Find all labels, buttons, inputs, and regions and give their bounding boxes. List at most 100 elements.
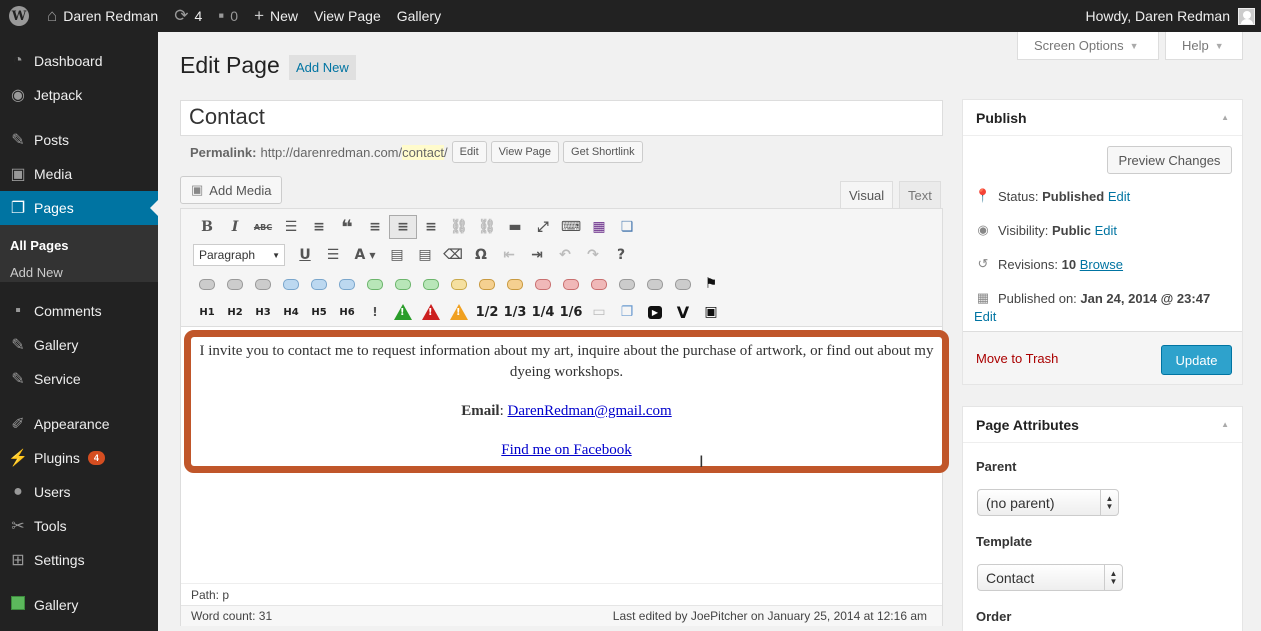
column-sixth-button[interactable]: 1/6 xyxy=(557,300,585,324)
submenu-add-new[interactable]: Add New xyxy=(10,265,63,280)
heading-6-button[interactable]: H6 xyxy=(333,300,361,324)
youtube-icon[interactable]: ▶ xyxy=(641,300,669,324)
updates-link[interactable]: ⟳ 4 xyxy=(166,0,210,32)
facebook-link[interactable]: Find me on Facebook xyxy=(501,442,631,458)
paste-word-icon[interactable]: ▤ xyxy=(411,243,439,267)
parent-select[interactable]: (no parent) ▲ ▼ xyxy=(977,489,1119,516)
heading-4-button[interactable]: H4 xyxy=(277,300,305,324)
menu-tools[interactable]: ✂ Tools xyxy=(0,509,158,543)
edit-visibility-link[interactable]: Edit xyxy=(1095,223,1117,238)
publish-box-header[interactable]: Publish ▲ xyxy=(963,100,1242,136)
column-third-button[interactable]: 1/3 xyxy=(501,300,529,324)
bullet-list-icon[interactable]: ☰ xyxy=(277,215,305,239)
warning-red-icon[interactable]: ! xyxy=(417,300,445,324)
menu-gallery-plugin[interactable]: Gallery xyxy=(0,588,158,622)
add-new-button[interactable]: Add New xyxy=(289,55,356,80)
new-content-link[interactable]: + New xyxy=(246,0,306,32)
shortcode-blue-m-icon[interactable] xyxy=(305,272,333,296)
post-title-input[interactable]: Contact xyxy=(180,100,943,136)
tab-text[interactable]: Text xyxy=(899,181,941,209)
divider-icon[interactable]: ▭ xyxy=(585,300,613,324)
account-menu[interactable]: Howdy, Daren Redman xyxy=(1078,0,1261,32)
view-page-link[interactable]: View Page xyxy=(306,0,389,32)
shortcode-blue-l-icon[interactable] xyxy=(333,272,361,296)
shortcode-red-s-icon[interactable] xyxy=(529,272,557,296)
screen-options-button[interactable]: Screen Options ▼ xyxy=(1017,32,1159,60)
menu-appearance[interactable]: ✐ Appearance xyxy=(0,407,158,441)
heading-1-button[interactable]: H1 xyxy=(193,300,221,324)
heading-3-button[interactable]: H3 xyxy=(249,300,277,324)
shortcode-green-m-icon[interactable] xyxy=(389,272,417,296)
gallery-link[interactable]: Gallery xyxy=(389,0,449,32)
column-half-button[interactable]: 1/2 xyxy=(473,300,501,324)
warning-green-icon[interactable]: ! xyxy=(389,300,417,324)
fullscreen-icon[interactable]: ⤢ xyxy=(529,215,557,239)
warning-yellow-icon[interactable]: ! xyxy=(445,300,473,324)
flag-icon[interactable]: ⚑ xyxy=(697,272,725,296)
bold-icon[interactable]: B xyxy=(193,215,221,239)
shortcode-gray-m-icon[interactable] xyxy=(221,272,249,296)
strikethrough-icon[interactable]: ABC xyxy=(249,215,277,239)
shortcode-yellow-s-icon[interactable] xyxy=(445,272,473,296)
shortcode-gray-s-icon[interactable] xyxy=(193,272,221,296)
shortcode-yellow-m-icon[interactable] xyxy=(473,272,501,296)
site-name-link[interactable]: ⌂ Daren Redman xyxy=(39,0,166,32)
camera-icon[interactable]: ▣ xyxy=(697,300,725,324)
submenu-all-pages[interactable]: All Pages xyxy=(10,238,69,253)
shortcode-dark-s-icon[interactable] xyxy=(613,272,641,296)
align-center-icon[interactable]: ≡ xyxy=(389,215,417,239)
browse-revisions-link[interactable]: Browse xyxy=(1080,257,1123,272)
email-link[interactable]: DarenRedman@gmail.com xyxy=(508,403,672,419)
move-to-trash-link[interactable]: Move to Trash xyxy=(976,351,1058,366)
menu-dashboard[interactable]: ◔ Dashboard xyxy=(0,44,158,78)
edit-status-link[interactable]: Edit xyxy=(1108,189,1130,204)
vimeo-icon[interactable]: V xyxy=(669,300,697,324)
menu-service[interactable]: ✎ Service xyxy=(0,362,158,396)
get-shortlink-button[interactable]: Get Shortlink xyxy=(563,141,643,163)
shortcode-dark-l-icon[interactable] xyxy=(669,272,697,296)
align-right-icon[interactable]: ≡ xyxy=(417,215,445,239)
shortcode-red-l-icon[interactable] xyxy=(585,272,613,296)
underline-icon[interactable]: U xyxy=(291,243,319,267)
indent-icon[interactable]: ⇥ xyxy=(523,243,551,267)
help-icon[interactable]: ? xyxy=(607,243,635,267)
wp-logo-menu[interactable]: W xyxy=(0,0,39,32)
menu-users[interactable]: ● Users xyxy=(0,475,158,509)
view-page-button[interactable]: View Page xyxy=(490,141,560,163)
edit-date-link[interactable]: Edit xyxy=(974,309,996,324)
menu-jetpack[interactable]: ◉ Jetpack xyxy=(0,78,158,112)
preview-changes-button[interactable]: Preview Changes xyxy=(1107,146,1232,174)
update-button[interactable]: Update xyxy=(1161,345,1232,375)
menu-comments[interactable]: ▪ Comments xyxy=(0,294,158,328)
add-media-button[interactable]: ▣ Add Media xyxy=(180,176,283,204)
format-select[interactable]: Paragraph ▼ xyxy=(193,244,285,266)
numbered-list-icon[interactable]: ≡ xyxy=(305,215,333,239)
italic-icon[interactable]: I xyxy=(221,215,249,239)
comments-link[interactable]: ▪ 0 xyxy=(210,0,246,32)
menu-gallery[interactable]: ✎ Gallery xyxy=(0,328,158,362)
shortcode-blue-s-icon[interactable] xyxy=(277,272,305,296)
heading-2-button[interactable]: H2 xyxy=(221,300,249,324)
text-color-icon[interactable]: A ▼ xyxy=(347,243,383,267)
kitchen-sink-icon[interactable]: ⌨ xyxy=(557,215,585,239)
more-tag-icon[interactable]: ▬ xyxy=(501,215,529,239)
align-left-icon[interactable]: ≡ xyxy=(361,215,389,239)
table-icon[interactable]: ▦ xyxy=(585,215,613,239)
shortcode-red-m-icon[interactable] xyxy=(557,272,585,296)
edit-permalink-button[interactable]: Edit xyxy=(451,141,487,163)
editor-content-area[interactable]: I invite you to contact me to request in… xyxy=(184,330,949,473)
omega-icon[interactable]: Ω xyxy=(467,243,495,267)
unlink-icon[interactable]: ⛓ xyxy=(473,215,501,239)
menu-pages[interactable]: ❐ Pages xyxy=(0,191,158,225)
shortcode-yellow-l-icon[interactable] xyxy=(501,272,529,296)
permalink-slug[interactable]: contact xyxy=(402,144,445,160)
column-quarter-button[interactable]: 1/4 xyxy=(529,300,557,324)
exclamation-icon[interactable]: ! xyxy=(361,300,389,324)
eraser-icon[interactable]: ⌫ xyxy=(439,243,467,267)
page-attributes-header[interactable]: Page Attributes ▲ xyxy=(963,407,1242,443)
copy-icon[interactable]: ❐ xyxy=(613,300,641,324)
menu-media[interactable]: ▣ Media xyxy=(0,157,158,191)
menu-settings[interactable]: ⊞ Settings xyxy=(0,543,158,577)
shortcode-gray-l-icon[interactable] xyxy=(249,272,277,296)
tab-visual[interactable]: Visual xyxy=(840,181,894,209)
